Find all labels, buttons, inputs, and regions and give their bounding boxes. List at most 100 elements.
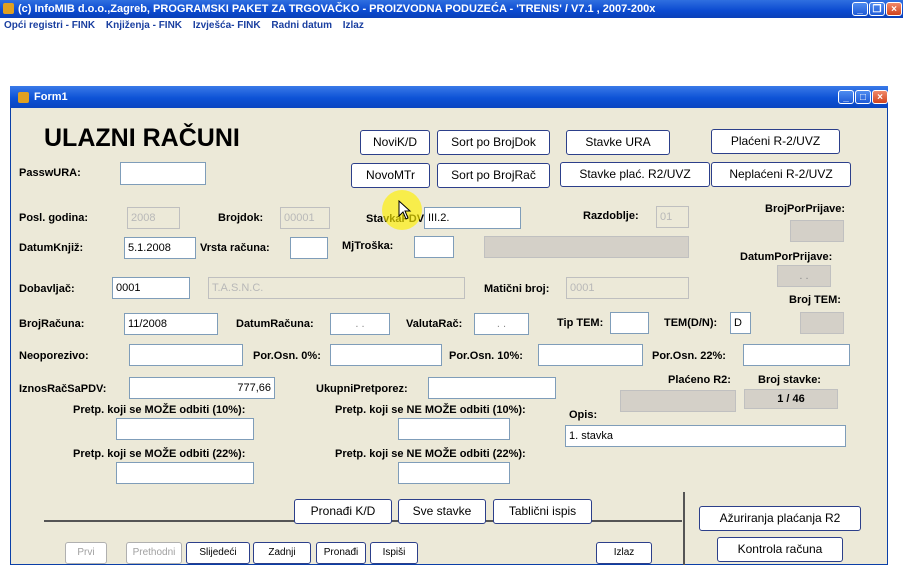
datumporprijave-input[interactable]: . . (777, 265, 831, 287)
app-title: (c) InfoMIB d.o.o.,Zagreb, PROGRAMSKI PA… (18, 3, 656, 15)
app-title-bar: (c) InfoMIB d.o.o.,Zagreb, PROGRAMSKI PA… (0, 0, 903, 18)
page-title: ULAZNI RAČUNI (44, 124, 240, 152)
dobavljac-naziv-input[interactable]: T.A.S.N.C. (208, 277, 465, 299)
datumracuna-label: DatumRačuna: (236, 318, 314, 330)
placeno-r2-input[interactable] (620, 390, 736, 412)
novomtr-button[interactable]: NovoMTr (351, 163, 430, 188)
brojporprijave-input[interactable] (790, 220, 844, 242)
posl-godina-label: Posl. godina: (19, 212, 89, 224)
dobavljac-label: Dobavljač: (19, 283, 75, 295)
menu-bar: Opći registri - FINK Knjiženja - FINK Iz… (0, 18, 903, 34)
stavke-plac-button[interactable]: Stavke plać. R2/UVZ (560, 162, 710, 187)
vrsta-racuna-input[interactable] (290, 237, 328, 259)
datumracuna-input[interactable]: . . (330, 313, 390, 335)
mjtroska-naziv-input[interactable] (484, 236, 689, 258)
broj-tem-label: Broj TEM: (789, 294, 841, 306)
vertical-divider (683, 492, 685, 565)
pretp-moze-10-label: Pretp. koji se MOŽE odbiti (10%): (73, 404, 246, 416)
porosn22-input[interactable] (743, 344, 850, 366)
novi-kd-button[interactable]: NoviK/D (360, 130, 430, 155)
menu-izvjesca[interactable]: Izvješća- FINK (193, 20, 261, 31)
menu-knjizenja[interactable]: Knjiženja - FINK (106, 20, 182, 31)
sort-brojrac-button[interactable]: Sort po BrojRač (437, 163, 550, 188)
izlaz-button[interactable]: Izlaz (596, 542, 652, 564)
passwura-label: PasswURA: (19, 167, 81, 179)
stavke-ura-button[interactable]: Stavke URA (566, 130, 670, 155)
brojdok-label: Brojdok: (218, 212, 264, 224)
broj-tem-input[interactable] (800, 312, 844, 334)
porosn22-label: Por.Osn. 22%: (652, 350, 726, 362)
form-title-bar: Form1 _ □ × (10, 86, 888, 108)
form-title: Form1 (34, 91, 68, 103)
pretp-moze-22-label: Pretp. koji se MOŽE odbiti (22%): (73, 448, 246, 460)
zadnji-button[interactable]: Zadnji (253, 542, 311, 564)
datumporprijave-label: DatumPorPrijave: (740, 251, 833, 263)
brojracuna-label: BrojRačuna: (19, 318, 85, 330)
tablicni-ispis-button[interactable]: Tablični ispis (493, 499, 592, 524)
restore-icon[interactable]: ❐ (869, 2, 885, 16)
porosn10-input[interactable] (538, 344, 643, 366)
porosn10-label: Por.Osn. 10%: (449, 350, 523, 362)
neoporezivo-label: Neoporezivo: (19, 350, 89, 362)
maticni-broj-label: Matični broj: (484, 283, 550, 295)
brojdok-input[interactable]: 00001 (280, 207, 330, 229)
stavkapdv-input[interactable]: III.2. (424, 207, 521, 229)
slijedeci-button[interactable]: Slijedeći (186, 542, 250, 564)
mjtroska-input[interactable] (414, 236, 454, 258)
datumknjiz-label: DatumKnjiž: (19, 242, 84, 254)
menu-izlaz[interactable]: Izlaz (343, 20, 364, 31)
broj-stavke-label: Broj stavke: (758, 374, 821, 386)
pretp-moze-22-input[interactable] (116, 462, 254, 484)
app-icon (3, 3, 14, 14)
razdoblje-label: Razdoblje: (583, 210, 639, 222)
posl-godina-input[interactable]: 2008 (127, 207, 180, 229)
brojporprijave-label: BrojPorPrijave: (765, 203, 846, 215)
mjtroska-label: MjTroška: (342, 240, 394, 252)
tip-tem-input[interactable] (610, 312, 649, 334)
dobavljac-input[interactable]: 0001 (112, 277, 190, 299)
tip-tem-label: Tip TEM: (557, 317, 604, 329)
sort-brojdok-button[interactable]: Sort po BrojDok (437, 130, 550, 155)
pretp-moze-10-input[interactable] (116, 418, 254, 440)
iznos-input[interactable]: 777,66 (129, 377, 275, 399)
pretp-ne-moze-10-input[interactable] (398, 418, 510, 440)
sve-stavke-button[interactable]: Sve stavke (398, 499, 486, 524)
datumknjiz-input[interactable]: 5.1.2008 (124, 237, 196, 259)
pretp-ne-moze-10-label: Pretp. koji se NE MOŽE odbiti (10%): (335, 404, 526, 416)
valutarac-input[interactable]: . . (474, 313, 529, 335)
kontrola-racuna-button[interactable]: Kontrola računa (717, 537, 843, 562)
vrsta-racuna-label: Vrsta računa: (200, 242, 270, 254)
valutarac-label: ValutaRač: (406, 318, 463, 330)
neplaceni-r2-button[interactable]: Neplaćeni R-2/UVZ (711, 162, 851, 187)
ispisi-button[interactable]: Ispiši (370, 542, 418, 564)
ukupni-pretporez-input[interactable] (428, 377, 556, 399)
maticni-broj-input[interactable]: 0001 (566, 277, 689, 299)
porosn0-input[interactable] (330, 344, 442, 366)
form-maximize-icon[interactable]: □ (855, 90, 871, 104)
ukupni-pretporez-label: UkupniPretporez: (316, 383, 408, 395)
pronadi-kd-button[interactable]: Pronađi K/D (294, 499, 392, 524)
brojracuna-input[interactable]: 11/2008 (124, 313, 218, 335)
razdoblje-input[interactable]: 01 (656, 206, 689, 228)
azuriranja-button[interactable]: Ažuriranja plaćanja R2 (699, 506, 861, 531)
pretp-ne-moze-22-label: Pretp. koji se NE MOŽE odbiti (22%): (335, 448, 526, 460)
broj-stavke-value: 1 / 46 (744, 389, 838, 409)
form-close-icon[interactable]: × (872, 90, 888, 104)
iznos-label: IznosRačSaPDV: (19, 383, 107, 395)
menu-radni-datum[interactable]: Radni datum (271, 20, 332, 31)
placeni-r2-button[interactable]: Plaćeni R-2/UVZ (711, 129, 840, 154)
prethodni-button[interactable]: Prethodni (126, 542, 182, 564)
minimize-icon[interactable]: _ (852, 2, 868, 16)
prvi-button[interactable]: Prvi (65, 542, 107, 564)
pronadi-button[interactable]: Pronađi (316, 542, 366, 564)
porosn0-label: Por.Osn. 0%: (253, 350, 321, 362)
menu-opci-registri[interactable]: Opći registri - FINK (4, 20, 95, 31)
pretp-ne-moze-22-input[interactable] (398, 462, 510, 484)
form-icon (18, 92, 29, 103)
tem-dn-input[interactable]: D (730, 312, 751, 334)
form-minimize-icon[interactable]: _ (838, 90, 854, 104)
passwura-input[interactable] (120, 162, 206, 185)
neoporezivo-input[interactable] (129, 344, 243, 366)
close-icon[interactable]: × (886, 2, 902, 16)
opis-input[interactable]: 1. stavka (565, 425, 846, 447)
